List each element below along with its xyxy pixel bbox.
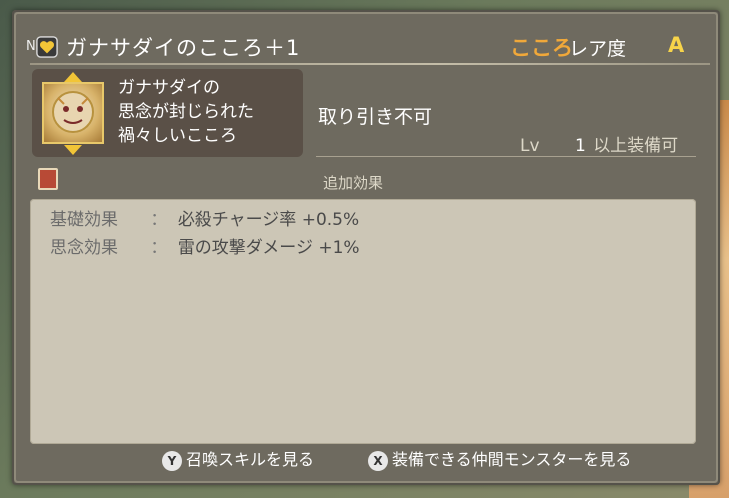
effect-row: 思念効果 ： 雷の攻撃ダメージ +1% (50, 233, 360, 258)
scroll-up-arrow-icon[interactable] (64, 72, 82, 82)
rarity-label: レア度 (569, 38, 627, 60)
effects-box: 基礎効果 ： 必殺チャージ率 +0.5% 思念効果 ： 雷の攻撃ダメージ +1% (30, 199, 696, 444)
item-title: ガナサダイのこころ＋1 (66, 36, 301, 60)
monster-face-icon (52, 91, 94, 133)
heart-icon (36, 36, 58, 58)
effect-separator: ： (150, 210, 168, 230)
level-divider (316, 156, 696, 157)
equip-monsters-label: 装備できる仲間モンスターを見る (392, 450, 632, 469)
summon-skill-button[interactable]: Y 召喚スキルを見る (162, 446, 315, 471)
y-button-icon: Y (162, 450, 182, 471)
section-label: 追加効果 (323, 174, 384, 192)
effect-row: 基礎効果 ： 必殺チャージ率 +0.5% (50, 205, 359, 230)
card-desc-line: 禍々しいこころ (118, 126, 237, 146)
card-description: ガナサダイの 思念が封じられた 禍々しいこころ (118, 76, 298, 148)
x-button-icon: X (368, 450, 388, 471)
equip-monsters-button[interactable]: X 装備できる仲間モンスターを見る (368, 446, 632, 471)
rarity-word: こころ (510, 36, 573, 60)
effect-key: 基礎効果 (50, 210, 118, 230)
book-icon (38, 168, 58, 190)
trade-status: 取り引き不可 (318, 106, 433, 128)
level-label: Lv (520, 136, 540, 156)
effect-key: 思念効果 (50, 238, 118, 258)
card-desc-line: 思念が封じられた (118, 102, 254, 122)
summon-skill-label: 召喚スキルを見る (186, 450, 315, 469)
rank-badge: N (26, 39, 36, 54)
level-value: 1 (574, 136, 586, 156)
rarity-grade: A (668, 33, 685, 57)
monster-portrait (42, 82, 104, 144)
effect-value: 必殺チャージ率 +0.5% (177, 210, 360, 230)
effect-separator: ： (150, 238, 168, 258)
header-divider (30, 63, 710, 65)
scroll-down-arrow-icon[interactable] (64, 145, 82, 155)
card-desc-line: ガナサダイの (118, 78, 220, 98)
item-header: N ガナサダイのこころ＋1 こころ レア度 A (22, 30, 702, 64)
level-suffix: 以上装備可 (593, 136, 679, 156)
level-requirement: Lv 1 以上装備可 (520, 131, 678, 156)
effect-value: 雷の攻撃ダメージ +1% (177, 238, 360, 258)
